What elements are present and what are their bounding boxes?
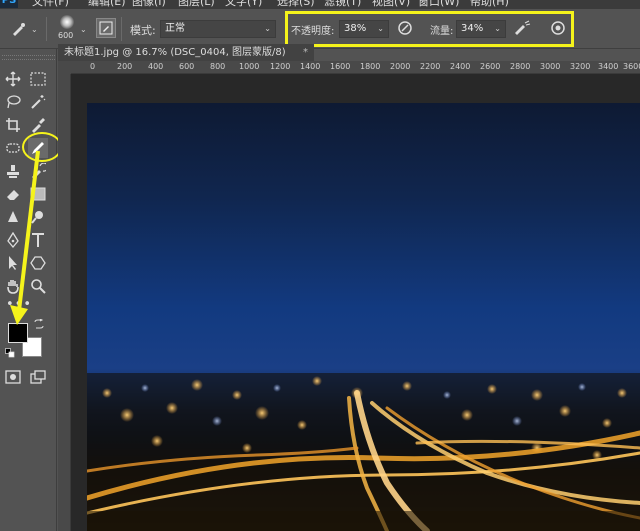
tab-close-icon[interactable]: * bbox=[303, 44, 308, 62]
move-tool-icon[interactable] bbox=[3, 69, 23, 89]
options-bar: ⌄ 600 ⌄ 模式: 正常 ⌄ 不透明度: 38% ⌄ 流量: 34% ⌄ bbox=[0, 9, 640, 49]
mode-value: 正常 bbox=[165, 23, 185, 34]
quick-mask-icon[interactable] bbox=[3, 367, 23, 387]
ruler-tick-label: 400 bbox=[148, 62, 164, 71]
ruler-tick-label: 2600 bbox=[480, 62, 501, 71]
ruler-tick-label: 1600 bbox=[330, 62, 351, 71]
menu-help[interactable]: 帮助(H) bbox=[470, 0, 509, 9]
lasso-tool-icon[interactable] bbox=[3, 92, 23, 112]
chevron-down-icon[interactable]: ⌄ bbox=[80, 25, 87, 34]
magic-wand-tool-icon[interactable] bbox=[28, 92, 48, 112]
ruler-tick-label: 1400 bbox=[300, 62, 321, 71]
ruler-corner bbox=[58, 61, 71, 74]
ruler-tick-label: 2800 bbox=[510, 62, 531, 71]
screen-mode-icon[interactable] bbox=[28, 367, 48, 387]
menu-view[interactable]: 视图(V) bbox=[372, 0, 410, 9]
city-night-photo bbox=[87, 373, 640, 531]
brush-tool-preset-icon[interactable] bbox=[8, 19, 28, 39]
menu-layer[interactable]: 图层(L) bbox=[178, 0, 215, 9]
brush-tip-icon bbox=[60, 15, 74, 29]
ruler-tick-label: 3000 bbox=[540, 62, 561, 71]
menu-filter[interactable]: 滤镜(T) bbox=[324, 0, 361, 9]
mode-label: 模式: bbox=[130, 24, 156, 37]
document-title: 未标题1.jpg @ 16.7% (DSC_0404, 图层蒙版/8) bbox=[64, 47, 286, 58]
document-image[interactable] bbox=[87, 103, 640, 531]
document-tab[interactable]: 未标题1.jpg @ 16.7% (DSC_0404, 图层蒙版/8) * bbox=[58, 44, 314, 62]
annotation-arrow bbox=[10, 150, 40, 325]
panel-grip[interactable] bbox=[2, 55, 55, 60]
ruler-tick-label: 200 bbox=[117, 62, 133, 71]
crop-tool-icon[interactable] bbox=[3, 115, 23, 135]
photoshop-logo: PS bbox=[0, 0, 18, 8]
ruler-tick-label: 2400 bbox=[450, 62, 471, 71]
marquee-tool-icon[interactable] bbox=[28, 69, 48, 89]
menu-window[interactable]: 窗口(W) bbox=[418, 0, 459, 9]
menu-select[interactable]: 选择(S) bbox=[277, 0, 315, 9]
ruler-tick-label: 3200 bbox=[570, 62, 591, 71]
ruler-tick-label: 3400 bbox=[598, 62, 619, 71]
vertical-ruler[interactable] bbox=[58, 74, 71, 531]
annotation-highlight-box bbox=[285, 11, 574, 47]
chevron-down-icon: ⌄ bbox=[264, 24, 271, 33]
ruler-tick-label: 600 bbox=[179, 62, 195, 71]
separator bbox=[46, 17, 47, 41]
ruler-tick-label: 2000 bbox=[390, 62, 411, 71]
menu-file[interactable]: 文件(F) bbox=[32, 0, 69, 9]
brush-size-label: 600 bbox=[58, 31, 74, 40]
brush-preset-picker[interactable]: 600 bbox=[56, 13, 78, 43]
ruler-tick-label: 800 bbox=[210, 62, 226, 71]
horizontal-ruler[interactable]: 0 200 400 600 800 1000 1200 1400 1600 18… bbox=[71, 61, 640, 74]
menu-type[interactable]: 文字(Y) bbox=[225, 0, 262, 9]
chevron-down-icon[interactable]: ⌄ bbox=[31, 25, 38, 34]
brush-settings-panel-icon[interactable] bbox=[96, 18, 116, 38]
tools-panel: ••• bbox=[0, 49, 62, 531]
ruler-tick-label: 3600 bbox=[623, 62, 640, 71]
menu-bar: PS 文件(F) 编辑(E) 图像(I) 图层(L) 文字(Y) 选择(S) 滤… bbox=[0, 0, 640, 9]
ruler-tick-label: 1000 bbox=[239, 62, 260, 71]
ruler-tick-label: 1200 bbox=[270, 62, 291, 71]
separator bbox=[121, 17, 122, 41]
menu-image[interactable]: 图像(I) bbox=[132, 0, 166, 9]
default-colors-icon[interactable] bbox=[4, 347, 16, 359]
mode-select[interactable]: 正常 ⌄ bbox=[160, 20, 276, 38]
ruler-tick-label: 2200 bbox=[420, 62, 441, 71]
ruler-tick-label: 0 bbox=[90, 62, 96, 71]
menu-edit[interactable]: 编辑(E) bbox=[88, 0, 126, 9]
ruler-tick-label: 1800 bbox=[360, 62, 381, 71]
